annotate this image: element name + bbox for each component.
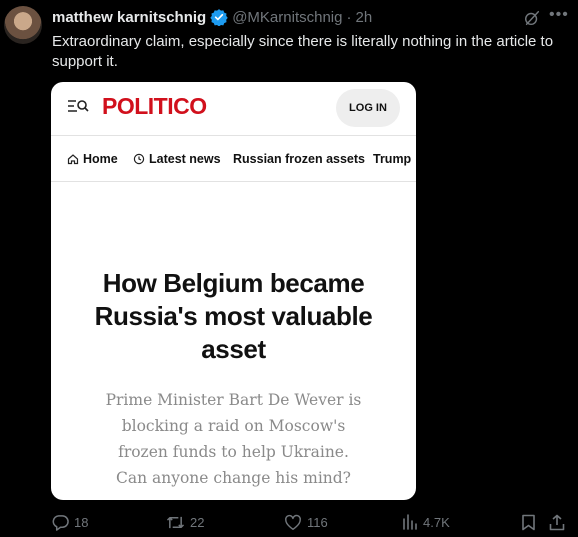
view-count: 4.7K: [423, 514, 450, 530]
nav-label-home: Home: [83, 152, 118, 166]
heart-icon: [284, 514, 302, 531]
grok-icon[interactable]: [523, 9, 541, 27]
nav-label-latest-news: Latest news: [149, 152, 221, 166]
views-icon: [402, 514, 418, 530]
reply-icon: [52, 514, 69, 531]
share-icon: [549, 514, 565, 531]
action-bar: 18 22 116 4.7K: [0, 514, 578, 534]
author-handle[interactable]: @MKarnitschnig: [232, 9, 342, 26]
verified-badge-icon[interactable]: [210, 8, 228, 26]
home-icon: [67, 153, 79, 165]
avatar[interactable]: [4, 6, 42, 44]
repost-button[interactable]: 22: [166, 514, 204, 531]
login-button[interactable]: LOG IN: [336, 89, 400, 127]
reply-button[interactable]: 18: [52, 514, 88, 531]
nav-label-russian-frozen-assets: Russian frozen assets: [233, 152, 365, 166]
menu-search-icon[interactable]: [67, 98, 89, 114]
article-dek: Prime Minister Bart De Wever is blocking…: [105, 391, 362, 487]
repost-count: 22: [190, 515, 205, 530]
repost-icon: [166, 514, 185, 531]
nav-item-trump[interactable]: Trump: [373, 152, 411, 166]
timestamp[interactable]: 2h: [355, 9, 372, 26]
clock-icon: [133, 153, 145, 165]
share-button[interactable]: [549, 514, 565, 531]
card-nav: Home Latest news Russian frozen assets T…: [51, 136, 416, 182]
views-button[interactable]: 4.7K: [402, 514, 450, 530]
bookmark-icon: [521, 514, 536, 531]
author-name[interactable]: matthew karnitschnig: [52, 9, 206, 26]
nav-item-latest-news[interactable]: Latest news: [133, 152, 221, 166]
nav-item-home[interactable]: Home: [67, 152, 118, 166]
article-headline: How Belgium became Russia's most valuabl…: [94, 268, 373, 364]
card-header: POLITICO LOG IN: [51, 82, 416, 136]
nav-item-russian-frozen-assets[interactable]: Russian frozen assets: [233, 152, 365, 166]
more-options-icon[interactable]: •••: [549, 6, 569, 24]
politico-logo[interactable]: POLITICO: [102, 93, 207, 120]
like-count: 116: [307, 515, 328, 530]
tweet-text: Extraordinary claim, especially since th…: [52, 33, 554, 70]
reply-count: 18: [74, 515, 89, 530]
bookmark-button[interactable]: [521, 514, 536, 531]
nav-label-trump: Trump: [373, 152, 412, 166]
like-button[interactable]: 116: [284, 514, 328, 531]
separator-dot: ·: [346, 8, 352, 26]
link-card[interactable]: POLITICO LOG IN Home Latest news Russian…: [51, 82, 416, 500]
tweet-header: matthew karnitschnig @MKarnitschnig · 2h: [52, 8, 372, 26]
